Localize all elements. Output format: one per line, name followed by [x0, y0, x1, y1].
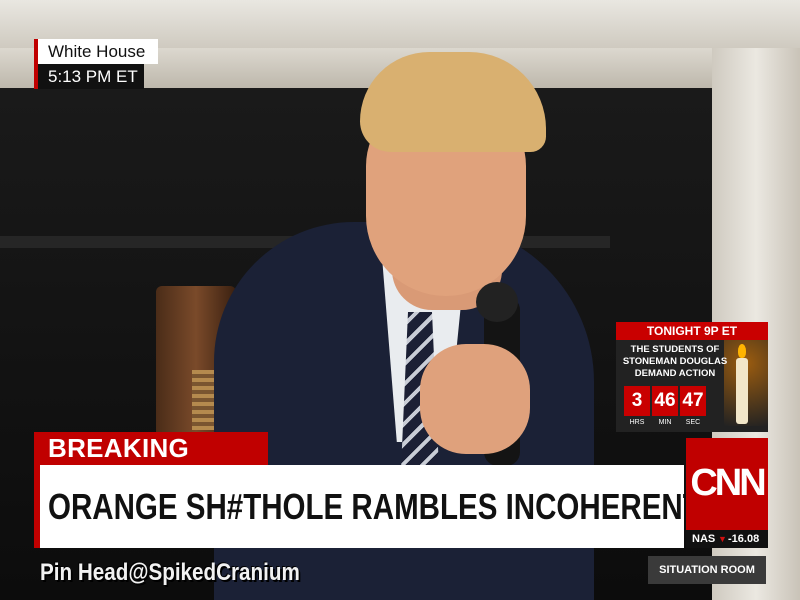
ticker-value: -16.08: [728, 533, 760, 545]
candle-icon: [736, 358, 748, 424]
headline-box: ORANGE SH#THOLE RAMBLES INCOHERENTLY: [34, 465, 684, 548]
ticker-label: NAS: [692, 533, 716, 545]
down-arrow-icon: ▼: [718, 534, 727, 544]
chair-upholstery: [192, 370, 214, 430]
countdown-value: 3: [624, 386, 650, 416]
speaker-hand: [420, 344, 530, 454]
countdown-label: SEC: [685, 419, 701, 426]
flame-icon: [738, 344, 746, 358]
countdown-label: HRS: [629, 419, 645, 426]
promo-box: TONIGHT 9P ET THE STUDENTS OF STONEMAN D…: [616, 322, 768, 432]
countdown-label: MIN: [658, 419, 672, 426]
microphone-head: [476, 282, 518, 322]
countdown-value: 46: [652, 386, 678, 416]
breaking-news-banner: BREAKING NEWS: [34, 432, 268, 496]
headline-text: ORANGE SH#THOLE RAMBLES INCOHERENTLY: [48, 486, 684, 527]
location-name: White House: [38, 39, 158, 64]
cnn-logo-icon: CNN: [690, 462, 766, 504]
promo-title: THE STUDENTS OF STONEMAN DOUGLAS DEMAND …: [622, 344, 728, 379]
watermark: Pin Head@SpikedCranium: [40, 559, 300, 586]
countdown-seconds: 47 SEC: [680, 386, 706, 428]
countdown-value: 47: [680, 386, 706, 416]
countdown-hours: 3 HRS: [624, 386, 650, 428]
promo-header: TONIGHT 9P ET: [616, 322, 768, 340]
network-logo-box: CNN: [686, 438, 768, 530]
stock-ticker: NAS ▼ -16.08: [686, 530, 768, 548]
location-bug: White House 5:13 PM ET: [34, 39, 162, 89]
location-time: 5:13 PM ET: [38, 64, 144, 89]
show-bug: SITUATION ROOM: [648, 556, 766, 584]
countdown-minutes: 46 MIN: [652, 386, 678, 428]
